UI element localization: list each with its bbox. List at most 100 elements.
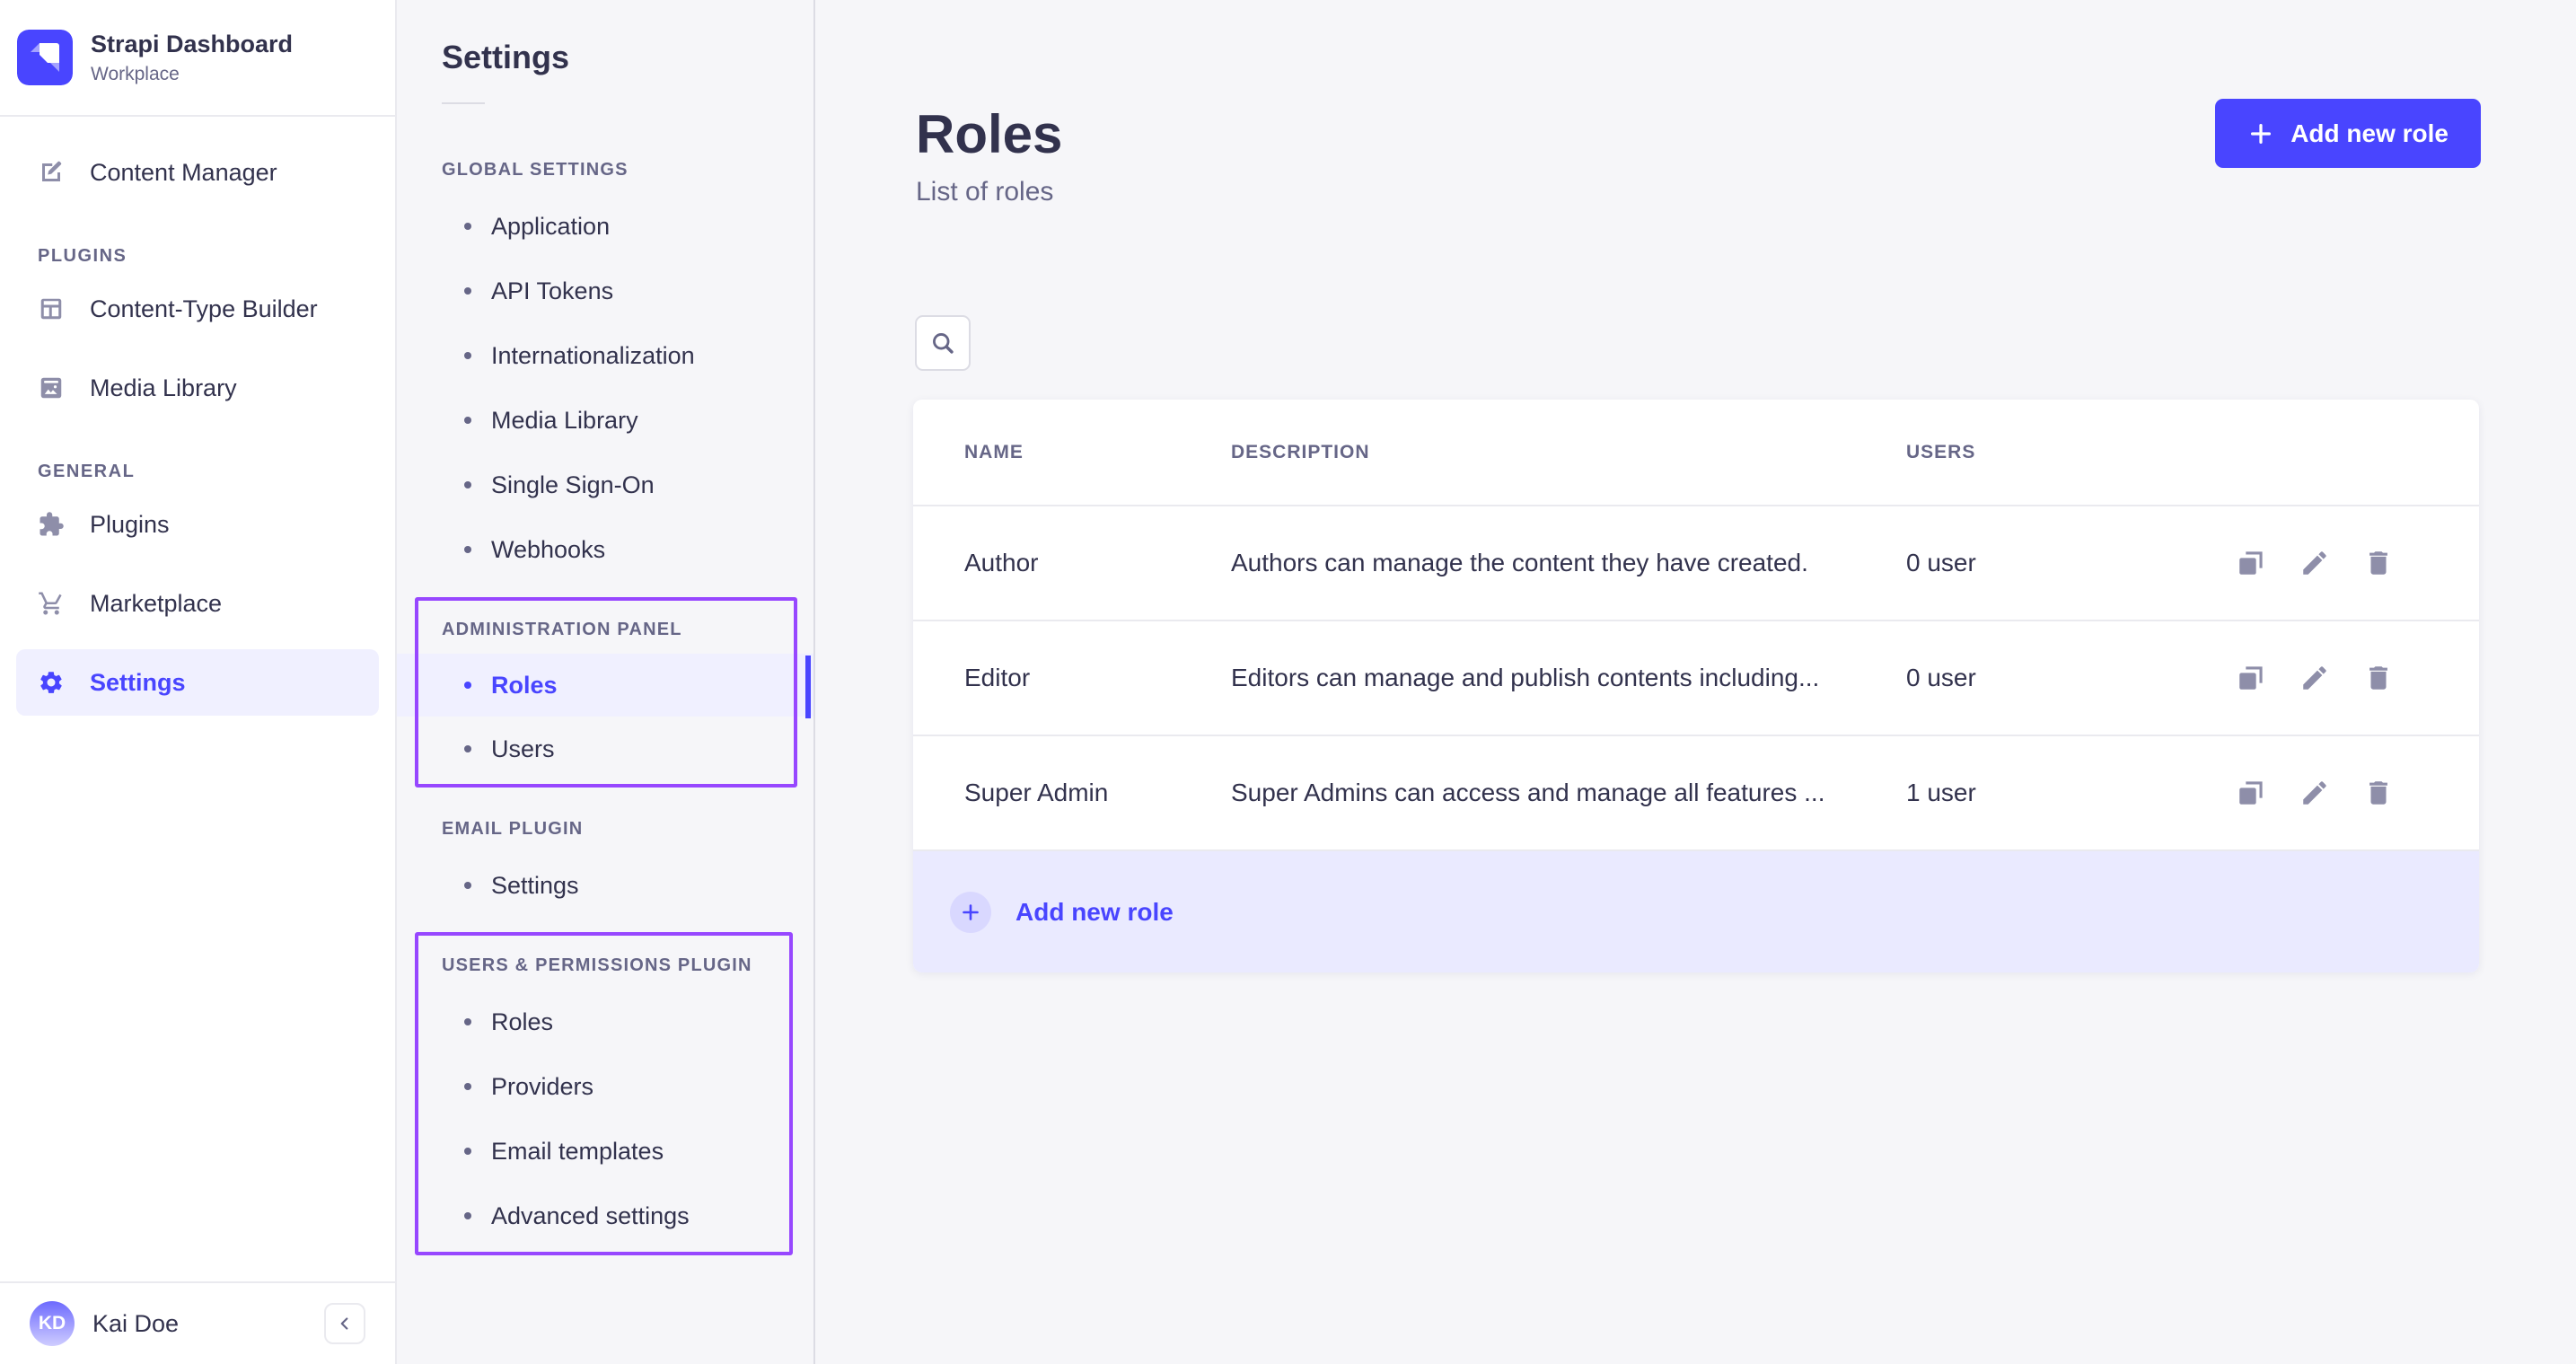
subnav-item-up-providers[interactable]: Providers	[397, 1054, 813, 1119]
sidebar-user-area: KD Kai Doe	[0, 1281, 395, 1364]
bullet-icon	[464, 1083, 471, 1090]
bullet-icon	[464, 223, 471, 230]
group-label-global-settings: GLOBAL SETTINGS	[397, 156, 813, 183]
image-icon	[38, 374, 65, 401]
edit-icon[interactable]	[2299, 778, 2330, 808]
group-label-email-plugin: EMAIL PLUGIN	[397, 815, 813, 842]
roles-table-card: NAME DESCRIPTION USERS Author Authors ca…	[913, 400, 2479, 972]
avatar[interactable]: KD	[30, 1301, 75, 1346]
subnav-item-label: Media Library	[491, 407, 638, 435]
sidebar-item-content-type-builder[interactable]: Content-Type Builder	[0, 269, 395, 348]
delete-icon[interactable]	[2363, 663, 2394, 693]
add-new-role-button[interactable]: Add new role	[2215, 99, 2481, 168]
puzzle-icon	[38, 511, 65, 538]
sidebar-item-settings[interactable]: Settings	[0, 643, 395, 722]
search-button[interactable]	[915, 315, 971, 371]
column-header-users: USERS	[1906, 442, 2219, 463]
role-name: Author	[913, 549, 1180, 577]
user-name: Kai Doe	[92, 1310, 324, 1338]
settings-subnav: Settings GLOBAL SETTINGS Application API…	[397, 0, 815, 1364]
table-row-editor[interactable]: Editor Editors can manage and publish co…	[913, 620, 2479, 735]
workspace-brand[interactable]: Strapi Dashboard Workplace	[0, 0, 395, 117]
subnav-item-up-email-templates[interactable]: Email templates	[397, 1119, 813, 1184]
column-header-description: DESCRIPTION	[1180, 442, 1906, 463]
layout-icon	[38, 295, 65, 322]
edit-icon[interactable]	[2299, 548, 2330, 578]
subnav-item-up-advanced-settings[interactable]: Advanced settings	[397, 1184, 813, 1248]
add-new-role-button-label: Add new role	[2290, 119, 2449, 148]
sidebar-item-media-library[interactable]: Media Library	[0, 348, 395, 427]
delete-icon[interactable]	[2363, 548, 2394, 578]
table-header-row: NAME DESCRIPTION USERS	[913, 400, 2479, 505]
sidebar-collapse-button[interactable]	[324, 1303, 365, 1344]
subnav-item-label: Email templates	[491, 1138, 664, 1166]
group-global-settings: Application API Tokens Internationalizat…	[397, 194, 813, 582]
main-sidebar: Strapi Dashboard Workplace Content Manag…	[0, 0, 397, 1364]
sidebar-item-label: Media Library	[90, 374, 237, 402]
subnav-item-single-sign-on[interactable]: Single Sign-On	[397, 453, 813, 517]
group-users-permissions-plugin: Roles Providers Email templates Advanced…	[397, 990, 813, 1248]
sidebar-nav: Content Manager PLUGINS Content-Type Bui…	[0, 117, 395, 722]
sidebar-section-plugins: PLUGINS	[0, 242, 395, 269]
search-icon	[930, 330, 955, 356]
sidebar-item-content-manager[interactable]: Content Manager	[0, 133, 395, 212]
subnav-item-application[interactable]: Application	[397, 194, 813, 259]
sidebar-item-label: Content-Type Builder	[90, 295, 318, 323]
gear-icon	[38, 669, 65, 696]
table-footer-add-role[interactable]: Add new role	[913, 849, 2479, 972]
bullet-icon	[464, 481, 471, 488]
duplicate-icon[interactable]	[2236, 663, 2266, 693]
subnav-item-media-library[interactable]: Media Library	[397, 388, 813, 453]
role-name: Super Admin	[913, 779, 1180, 807]
duplicate-icon[interactable]	[2236, 548, 2266, 578]
bullet-icon	[464, 546, 471, 553]
edit-icon[interactable]	[2299, 663, 2330, 693]
role-description: Authors can manage the content they have…	[1180, 549, 1906, 577]
subnav-item-label: Single Sign-On	[491, 471, 655, 499]
sidebar-item-marketplace[interactable]: Marketplace	[0, 564, 395, 643]
subnav-item-label: Application	[491, 213, 610, 241]
subnav-item-label: API Tokens	[491, 277, 613, 305]
delete-icon[interactable]	[2363, 778, 2394, 808]
bullet-icon	[464, 745, 471, 752]
footer-add-role-label: Add new role	[1015, 898, 1174, 927]
sidebar-item-label: Marketplace	[90, 590, 222, 618]
role-users-count: 0 user	[1906, 664, 2219, 692]
sidebar-item-plugins[interactable]: Plugins	[0, 485, 395, 564]
subnav-item-label: Settings	[491, 872, 579, 900]
sidebar-item-label: Plugins	[90, 511, 170, 539]
bullet-icon	[464, 882, 471, 889]
chevron-left-icon	[335, 1314, 355, 1333]
main-content: Roles List of roles Add new role NAME DE…	[815, 0, 2576, 1364]
subnav-item-label: Webhooks	[491, 536, 605, 564]
table-row-super-admin[interactable]: Super Admin Super Admins can access and …	[913, 735, 2479, 849]
subnav-item-webhooks[interactable]: Webhooks	[397, 517, 813, 582]
bullet-icon	[464, 1212, 471, 1219]
divider	[442, 102, 485, 104]
bullet-icon	[464, 682, 471, 689]
subnav-item-label: Users	[491, 735, 555, 763]
role-description: Super Admins can access and manage all f…	[1180, 779, 1906, 807]
plus-icon	[960, 902, 981, 923]
group-email-plugin: Settings	[397, 853, 813, 918]
role-name: Editor	[913, 664, 1180, 692]
subnav-item-label: Internationalization	[491, 342, 695, 370]
subnav-item-email-settings[interactable]: Settings	[397, 853, 813, 918]
workspace-subtitle: Workplace	[91, 64, 293, 85]
table-row-author[interactable]: Author Authors can manage the content th…	[913, 505, 2479, 620]
subnav-item-label: Advanced settings	[491, 1202, 690, 1230]
plus-circle	[950, 892, 991, 933]
group-label-administration-panel: ADMINISTRATION PANEL	[397, 616, 813, 643]
subnav-item-admin-users[interactable]: Users	[397, 717, 813, 781]
subnav-item-api-tokens[interactable]: API Tokens	[397, 259, 813, 323]
cart-icon	[38, 590, 65, 617]
plus-icon	[2247, 120, 2274, 147]
bullet-icon	[464, 417, 471, 424]
subnav-item-internationalization[interactable]: Internationalization	[397, 323, 813, 388]
duplicate-icon[interactable]	[2236, 778, 2266, 808]
bullet-icon	[464, 1148, 471, 1155]
page-title: Roles	[916, 102, 1062, 167]
subnav-item-admin-roles[interactable]: Roles	[397, 654, 813, 717]
subnav-item-up-roles[interactable]: Roles	[397, 990, 813, 1054]
role-description: Editors can manage and publish contents …	[1180, 664, 1906, 692]
